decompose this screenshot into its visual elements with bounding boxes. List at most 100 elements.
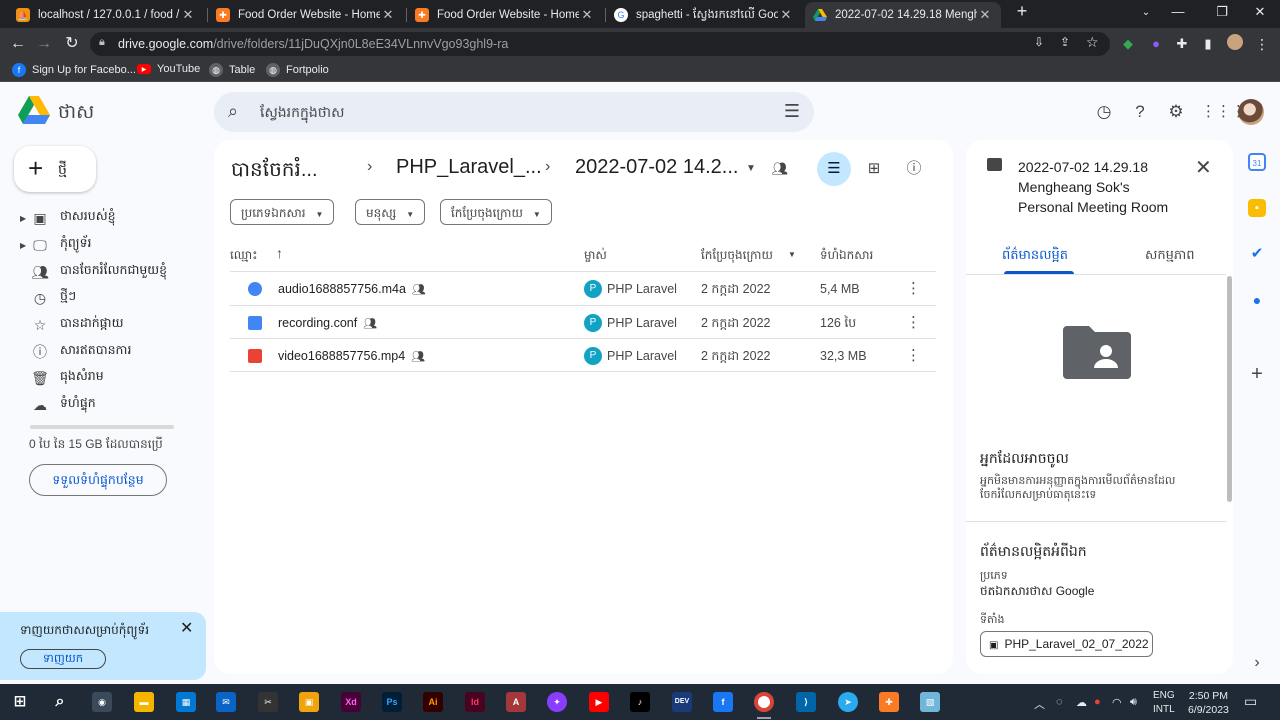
sidebar-item-shared[interactable]: 👥︎ បានចែករំលែកជាមួយខ្ញុំ xyxy=(20,260,200,284)
close-icon[interactable]: ✕ xyxy=(579,7,595,23)
youtube-icon[interactable]: ▶ xyxy=(589,692,609,712)
folder-menu-caret-icon[interactable]: ▼ xyxy=(740,158,762,180)
close-icon[interactable]: ✕ xyxy=(180,618,193,638)
forward-icon[interactable]: → xyxy=(34,34,54,54)
settings-gear-icon[interactable]: ⚙ xyxy=(1165,101,1187,123)
side-panel-icon[interactable]: ▮ xyxy=(1198,34,1218,54)
mail-icon[interactable]: ✉ xyxy=(216,692,236,712)
star-bookmark-icon[interactable]: ☆ xyxy=(1086,34,1099,51)
details-info-icon[interactable]: ⓘ xyxy=(903,158,925,180)
capcut-icon[interactable]: ✂ xyxy=(258,692,278,712)
sidebar-item-recent[interactable]: ◷ ថ្មីៗ xyxy=(20,286,200,310)
sidebar-item-computers[interactable]: ▶ 🖵︎ កុំព្យូទ័រ xyxy=(20,233,200,257)
file-row[interactable]: recording.conf 👥︎ P PHP Laravel 2 កក្កដា … xyxy=(230,306,936,339)
offline-ready-icon[interactable]: ◷ xyxy=(1093,101,1115,123)
chrome-icon[interactable] xyxy=(754,692,774,712)
calendar-icon[interactable]: 31 xyxy=(1248,153,1266,171)
add-addon-icon[interactable]: + xyxy=(1248,364,1266,384)
clock[interactable]: 2:50 PM 6/9/2023 xyxy=(1188,689,1229,717)
devc-icon[interactable]: DEV xyxy=(672,692,692,712)
minimize-button[interactable]: — xyxy=(1158,4,1198,19)
reload-icon[interactable]: ↻ xyxy=(62,34,82,54)
column-header-owner[interactable]: ម្ចាស់ xyxy=(584,247,607,265)
close-icon[interactable]: ✕ xyxy=(380,7,396,23)
google-drive-logo[interactable] xyxy=(18,96,50,126)
sidebar-item-storage[interactable]: ☁ ទំហំផ្ទុក xyxy=(20,393,200,417)
illustrator-icon[interactable]: Ai xyxy=(423,692,443,712)
browser-tab[interactable]: ✚ Food Order Website - Home pag ✕ xyxy=(208,2,404,28)
download-button[interactable]: ទាញយក xyxy=(20,649,106,669)
column-header-modified[interactable]: កែប្រែចុងក្រោយ xyxy=(701,247,773,265)
access-icon[interactable]: A xyxy=(506,692,526,712)
store-icon[interactable]: ▦ xyxy=(176,692,196,712)
sort-arrow-up-icon[interactable]: ↑ xyxy=(276,245,283,261)
apps-grid-icon[interactable]: ⋮⋮⋮ xyxy=(1201,101,1246,123)
tab-details[interactable]: ព័ត៌មានលម្អិត xyxy=(1002,247,1068,266)
expand-arrow-icon[interactable]: ▶ xyxy=(20,241,30,250)
app-icon[interactable]: ▧ xyxy=(920,692,940,712)
filter-chip-people[interactable]: មនុស្ស ▼ xyxy=(355,199,426,225)
wifi-icon[interactable]: ◠ xyxy=(1112,696,1122,709)
file-row[interactable]: video1688857756.mp4 👥︎ P PHP Laravel 2 កក… xyxy=(230,339,936,372)
indesign-icon[interactable]: Id xyxy=(465,692,485,712)
column-header-size[interactable]: ទំហំឯកសារ xyxy=(820,247,873,265)
close-icon[interactable]: ✕ xyxy=(977,7,993,23)
address-bar[interactable]: 🔒︎ drive.google.com/drive/folders/11jDuQ… xyxy=(90,32,1110,56)
sidebar-item-trash[interactable]: 🗑︎ ធុងសំរាម xyxy=(20,366,200,390)
tab-activity[interactable]: សកម្មភាព xyxy=(1145,247,1195,266)
bookmark-fortpolio[interactable]: ◍ Fortpolio xyxy=(266,63,329,77)
xd-icon[interactable]: Xd xyxy=(341,692,361,712)
volume-icon[interactable]: 🔊︎ xyxy=(1130,696,1137,709)
xampp-icon[interactable]: ✚ xyxy=(879,692,899,712)
telegram-icon[interactable]: ➤ xyxy=(838,692,858,712)
shared-people-icon[interactable]: 👥︎ xyxy=(769,158,791,180)
help-icon[interactable]: ? xyxy=(1129,101,1151,123)
close-icon[interactable]: ✕ xyxy=(778,7,794,23)
more-actions-icon[interactable]: ⋮ xyxy=(906,279,921,297)
facebook-icon[interactable]: f xyxy=(713,692,733,712)
sort-caret-icon[interactable]: ▼ xyxy=(788,250,796,259)
sidebar-item-my-drive[interactable]: ▶ ▣ ថាសរបស់ខ្ញុំ xyxy=(20,206,200,230)
notifications-icon[interactable]: ▭ xyxy=(1244,693,1257,710)
windows-start-icon[interactable]: ⊞ xyxy=(10,692,30,712)
browser-tab[interactable]: G spaghetti - ស្វែងរកនៅលើ Google ✕ xyxy=(606,2,802,28)
sidebar-item-spam[interactable]: ⓘ សារឥតបានការ xyxy=(20,340,200,364)
file-row[interactable]: audio1688857756.m4a 👥︎ P PHP Laravel 2 កក… xyxy=(230,272,936,305)
account-avatar[interactable] xyxy=(1238,99,1264,125)
browser-tab[interactable]: ✚ Food Order Website - Home pag ✕ xyxy=(407,2,603,28)
new-tab-button[interactable]: + xyxy=(1002,1,1042,22)
search-icon[interactable]: ⌕ xyxy=(50,692,70,712)
filter-chip-modified[interactable]: កែប្រែចុងក្រោយ ▼ xyxy=(440,199,552,225)
browser-tab[interactable]: ⛵ localhost / 127.0.0.1 / food / foo ✕ xyxy=(8,2,204,28)
cloud-icon[interactable]: ☁ xyxy=(1076,696,1087,709)
browser-tab-active[interactable]: 2022-07-02 14.29.18 Mengheang ✕ xyxy=(805,2,1001,28)
camera-app-icon[interactable]: ◉ xyxy=(92,692,112,712)
chevron-right-icon[interactable]: › xyxy=(1248,654,1266,672)
close-icon[interactable]: ✕ xyxy=(1195,155,1212,180)
keep-icon[interactable]: ▪ xyxy=(1248,199,1266,217)
filter-toggle-button[interactable]: ☰ xyxy=(817,152,851,186)
tiktok-icon[interactable]: ♪ xyxy=(630,692,650,712)
maximize-button[interactable]: ❐ xyxy=(1202,4,1242,20)
search-icon[interactable]: ⌕ xyxy=(228,101,238,122)
grid-view-icon[interactable]: ⊞ xyxy=(863,158,885,180)
messenger-icon[interactable]: ✦ xyxy=(547,692,567,712)
breadcrumb-item[interactable]: បានចែករំ... xyxy=(231,156,318,186)
more-actions-icon[interactable]: ⋮ xyxy=(906,313,921,331)
extension-icon[interactable]: ● xyxy=(1146,34,1166,54)
menu-icon[interactable]: ⋮ xyxy=(1252,34,1272,54)
app-icon[interactable]: ▣ xyxy=(299,692,319,712)
photoshop-icon[interactable]: Ps xyxy=(382,692,402,712)
filter-chip-type[interactable]: ប្រភេទឯកសារ ▼ xyxy=(230,199,335,225)
more-actions-icon[interactable]: ⋮ xyxy=(906,346,921,364)
expand-arrow-icon[interactable]: ▶ xyxy=(20,214,30,223)
profile-icon[interactable] xyxy=(1225,34,1245,56)
contacts-icon[interactable]: ● xyxy=(1248,291,1266,309)
bookmark-table[interactable]: ◍ Table xyxy=(209,63,255,77)
puzzle-icon[interactable]: ✚ xyxy=(1172,34,1192,54)
network-icon[interactable]: ◌ xyxy=(1056,696,1063,708)
search-options-icon[interactable]: ☰ xyxy=(784,101,800,122)
sidebar-item-starred[interactable]: ☆ បានដាក់ផ្កាយ xyxy=(20,313,200,337)
close-icon[interactable]: ✕ xyxy=(180,7,196,23)
bookmark-facebook[interactable]: f Sign Up for Facebo... xyxy=(12,63,136,77)
